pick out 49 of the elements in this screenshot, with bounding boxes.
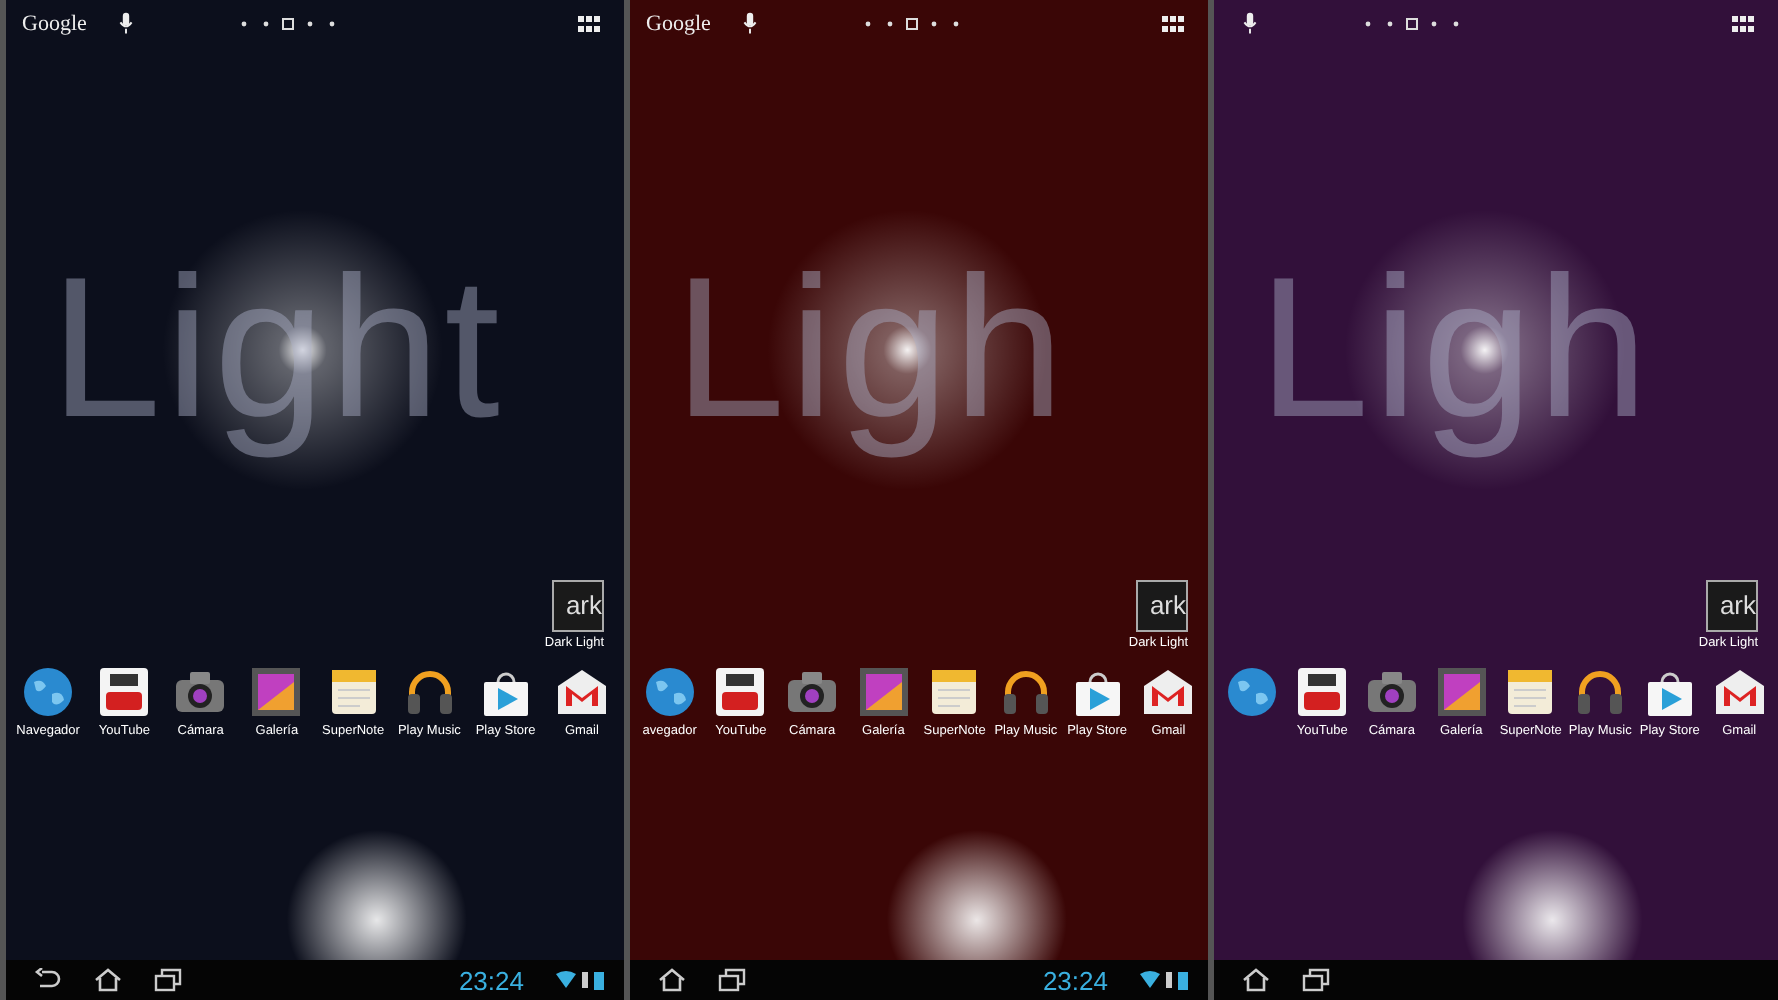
globe-icon[interactable]: [643, 666, 696, 718]
status-clock: 23:24: [1042, 965, 1108, 995]
dark-light-app-icon[interactable]: ark: [1706, 580, 1758, 632]
microphone-icon[interactable]: [118, 12, 135, 36]
page-indicator-icon: [238, 18, 339, 30]
microphone-icon[interactable]: [1242, 12, 1258, 36]
status-icons: [1140, 970, 1192, 990]
mail-envelope-icon[interactable]: [1713, 666, 1766, 718]
globe-icon[interactable]: [1226, 666, 1279, 718]
headphones-icon[interactable]: [1574, 666, 1627, 718]
camera-icon[interactable]: [786, 666, 839, 718]
search-logo[interactable]: Google: [22, 12, 87, 36]
wallpaper-text: Ligh: [1258, 233, 1653, 463]
dark-light-app-icon[interactable]: ark: [1136, 580, 1188, 632]
notepad-icon[interactable]: [1504, 666, 1557, 718]
gallery-icon[interactable]: [857, 666, 910, 718]
gallery-icon[interactable]: [250, 666, 303, 718]
status-clock: 23:24: [458, 965, 524, 995]
video-app-icon[interactable]: [714, 666, 767, 718]
headphones-icon[interactable]: [999, 666, 1052, 718]
home-icon[interactable]: [94, 968, 122, 992]
globe-icon[interactable]: [22, 666, 75, 718]
video-app-icon[interactable]: [1296, 666, 1349, 718]
dark-light-app-icon[interactable]: ark: [552, 580, 604, 632]
notepad-icon[interactable]: [327, 666, 380, 718]
mail-envelope-icon[interactable]: [1142, 666, 1195, 718]
page-indicator-icon: [862, 18, 963, 30]
recent-apps-icon[interactable]: [154, 968, 182, 992]
camera-icon[interactable]: [1365, 666, 1418, 718]
gallery-icon[interactable]: [1435, 666, 1488, 718]
mail-envelope-icon[interactable]: [555, 666, 608, 718]
wallpaper-text: Ligh: [674, 233, 1069, 463]
app-drawer-icon[interactable]: [1732, 16, 1754, 32]
page-indicator-icon: [1362, 18, 1462, 30]
headphones-icon[interactable]: [403, 666, 456, 718]
notepad-icon[interactable]: [928, 666, 981, 718]
back-icon[interactable]: [34, 968, 62, 992]
recent-apps-icon[interactable]: [718, 968, 746, 992]
app-drawer-icon[interactable]: [578, 16, 600, 32]
status-icons: [556, 970, 608, 990]
home-icon[interactable]: [1242, 968, 1270, 992]
wallpaper-text: Light: [50, 233, 504, 463]
camera-icon[interactable]: [174, 666, 227, 718]
search-logo[interactable]: Google: [646, 12, 711, 36]
recent-apps-icon[interactable]: [1302, 968, 1330, 992]
app-drawer-icon[interactable]: [1162, 16, 1184, 32]
home-icon[interactable]: [658, 968, 686, 992]
microphone-icon[interactable]: [742, 12, 759, 36]
video-app-icon[interactable]: [98, 666, 151, 718]
